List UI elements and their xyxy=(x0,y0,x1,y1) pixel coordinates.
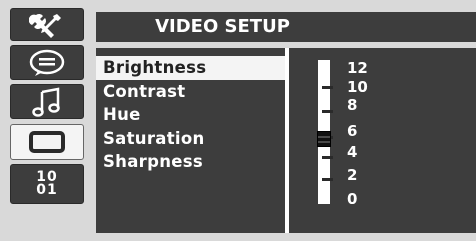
video-settings-menu: Brightness Contrast Hue Saturation Sharp… xyxy=(96,56,285,174)
scale-label: 6 xyxy=(347,122,358,140)
scale-label: 12 xyxy=(347,59,368,77)
monitor-icon xyxy=(29,131,65,153)
menu-item-hue[interactable]: Hue xyxy=(96,103,285,127)
tab-digital[interactable]: 10 01 xyxy=(10,164,84,204)
scale-label: 8 xyxy=(347,96,358,114)
menu-item-brightness[interactable]: Brightness xyxy=(96,56,285,80)
page-title: VIDEO SETUP xyxy=(155,16,290,37)
video-setup-screen: 10 01 VIDEO SETUP Brightness Contrast Hu… xyxy=(0,0,476,241)
menu-item-sharpness[interactable]: Sharpness xyxy=(96,150,285,174)
speech-bubble-icon xyxy=(29,49,65,76)
panel-divider xyxy=(285,48,289,233)
scale-label: 2 xyxy=(347,166,358,184)
menu-item-saturation[interactable]: Saturation xyxy=(96,127,285,151)
tab-tools[interactable] xyxy=(10,8,84,41)
binary-icon: 10 01 xyxy=(36,170,58,198)
level-slider-thumb[interactable] xyxy=(317,131,331,147)
scale-label: 4 xyxy=(347,143,358,161)
slider-tick xyxy=(322,178,333,181)
slider-tick xyxy=(322,110,333,113)
slider-tick xyxy=(322,156,333,159)
scale-label: 10 xyxy=(347,78,368,96)
tab-audio[interactable] xyxy=(10,84,84,119)
menu-item-contrast[interactable]: Contrast xyxy=(96,80,285,104)
music-note-icon xyxy=(32,86,60,117)
binary-icon-bottom: 01 xyxy=(36,182,58,198)
tab-subtitles[interactable] xyxy=(10,45,84,80)
tools-icon xyxy=(29,13,61,38)
scale-label: 0 xyxy=(347,190,358,208)
slider-tick xyxy=(322,86,333,89)
tab-video[interactable] xyxy=(10,124,84,160)
